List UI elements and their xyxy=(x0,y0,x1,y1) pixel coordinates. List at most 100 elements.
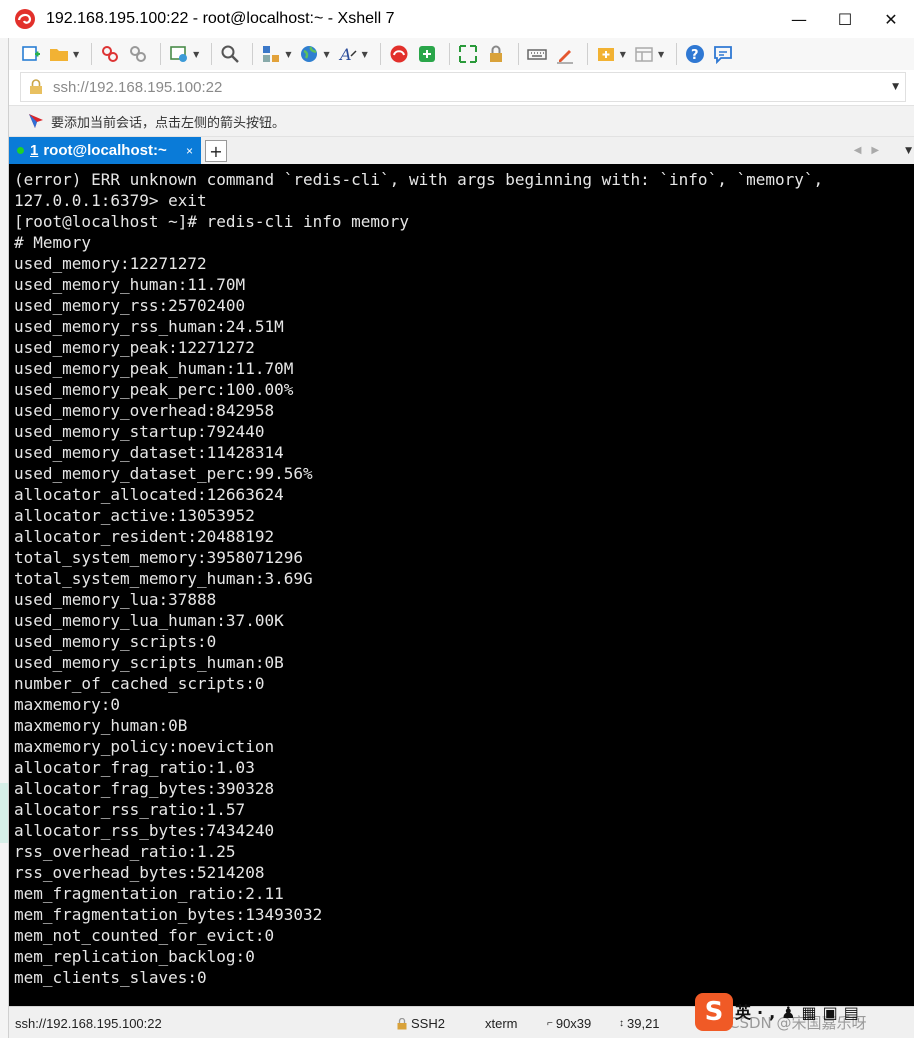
font-dropdown-icon[interactable]: ▼ xyxy=(362,50,368,59)
add-tab-button[interactable]: + xyxy=(205,140,227,162)
xshell-app-icon[interactable] xyxy=(14,8,36,30)
sogou-ime-icon[interactable]: S xyxy=(695,993,733,1031)
ime-tools-icon: ▤ xyxy=(843,1003,865,1022)
status-size: ⌐ 90x39 xyxy=(547,1016,591,1031)
help-icon[interactable]: ? xyxy=(683,42,707,66)
reconnect-icon[interactable] xyxy=(126,42,150,66)
terminal-line: maxmemory:0 xyxy=(14,695,120,714)
status-bar: ssh://192.168.195.100:22 SSH2 xterm ⌐ 90… xyxy=(9,993,914,1038)
connected-status-icon xyxy=(17,147,24,154)
terminal-line: used_memory_rss:25702400 xyxy=(14,296,246,315)
terminal-line: mem_fragmentation_ratio:2.11 xyxy=(14,884,284,903)
address-input[interactable]: ssh://192.168.195.100:22 xyxy=(53,79,892,96)
terminal-line: [root@localhost ~]# redis-cli info memor… xyxy=(14,212,409,231)
tab-number: 1 xyxy=(30,142,39,159)
session-hint-bar: 要添加当前会话，点击左侧的箭头按钮。 xyxy=(9,105,914,137)
terminal-line: allocator_frag_ratio:1.03 xyxy=(14,758,255,777)
address-dropdown-icon[interactable]: ▼ xyxy=(892,82,899,92)
globe-icon[interactable] xyxy=(297,42,321,66)
ime-language-label: 英 xyxy=(735,1003,758,1022)
open-dropdown-icon[interactable]: ▼ xyxy=(73,50,79,59)
status-terminal-type: xterm xyxy=(485,1016,518,1031)
bookmark-arrow-icon[interactable] xyxy=(27,112,45,130)
status-protocol: SSH2 xyxy=(397,1016,445,1031)
tab-scroll-arrows-icon[interactable]: ◀▶ xyxy=(854,145,889,156)
ime-toolbar[interactable]: 英·,♟▦▣▤ xyxy=(735,999,865,1023)
tab-label: root@localhost:~ xyxy=(43,142,167,159)
open-folder-icon[interactable] xyxy=(47,42,71,66)
terminal-line: mem_fragmentation_bytes:13493032 xyxy=(14,905,323,924)
close-button[interactable]: ✕ xyxy=(868,0,914,38)
status-cursor-label: 39,21 xyxy=(627,1016,660,1031)
address-bar[interactable]: ssh://192.168.195.100:22 ▼ xyxy=(20,72,906,102)
terminal-line: used_memory_rss_human:24.51M xyxy=(14,317,284,336)
globe-dropdown-icon[interactable]: ▼ xyxy=(323,50,329,59)
tab-bar: 1 root@localhost:~ × + ◀▶ ▼ xyxy=(9,137,914,164)
terminal-line: allocator_resident:20488192 xyxy=(14,527,275,546)
terminal-line: used_memory_lua_human:37.00K xyxy=(14,611,284,630)
new-session-icon[interactable] xyxy=(19,42,43,66)
font-icon[interactable]: A xyxy=(336,42,360,66)
terminal-line: maxmemory_policy:noeviction xyxy=(14,737,275,756)
highlight-icon[interactable] xyxy=(553,42,577,66)
ime-punctuation-icon: ·, xyxy=(757,1003,782,1022)
terminal-line: allocator_frag_bytes:390328 xyxy=(14,779,275,798)
svg-text:A: A xyxy=(338,45,352,64)
resize-icon: ⌐ xyxy=(547,1018,553,1029)
transfer-dropdown-icon[interactable]: ▼ xyxy=(285,50,291,59)
terminal-line: rss_overhead_ratio:1.25 xyxy=(14,842,236,861)
terminal-line: total_system_memory:3958071296 xyxy=(14,548,303,567)
terminal-line: used_memory_dataset:11428314 xyxy=(14,443,284,462)
terminal-line: used_memory_dataset_perc:99.56% xyxy=(14,464,313,483)
main-toolbar: ▼ ▼ ▼ ▼ A ▼ ▼ ▼ ? xyxy=(9,38,914,70)
tab-close-icon[interactable]: × xyxy=(186,144,193,158)
terminal-line: number_of_cached_scripts:0 xyxy=(14,674,265,693)
lock-icon[interactable] xyxy=(484,42,508,66)
terminal-line: used_memory_startup:792440 xyxy=(14,422,265,441)
terminal-line: # Memory xyxy=(14,233,92,252)
terminal-line: used_memory_lua:37888 xyxy=(14,590,217,609)
svg-text:?: ? xyxy=(691,48,699,63)
terminal-line: used_memory_overhead:842958 xyxy=(14,401,275,420)
status-protocol-label: SSH2 xyxy=(411,1016,445,1031)
add-tab-icon[interactable] xyxy=(594,42,618,66)
add-tab-dropdown-icon[interactable]: ▼ xyxy=(620,50,626,59)
layout-dropdown-icon[interactable]: ▼ xyxy=(658,50,664,59)
status-connection: ssh://192.168.195.100:22 xyxy=(15,1016,162,1031)
fullscreen-icon[interactable] xyxy=(456,42,480,66)
disconnect-icon[interactable] xyxy=(98,42,122,66)
ime-voice-icon: ♟ xyxy=(781,1003,802,1022)
xftp-icon[interactable] xyxy=(415,42,439,66)
properties-dropdown-icon[interactable]: ▼ xyxy=(193,50,199,59)
terminal-line: total_system_memory_human:3.69G xyxy=(14,569,313,588)
find-icon[interactable] xyxy=(218,42,242,66)
transfer-icon[interactable] xyxy=(259,42,283,66)
terminal-line: rss_overhead_bytes:5214208 xyxy=(14,863,265,882)
maximize-button[interactable]: ☐ xyxy=(822,0,868,38)
keyboard-icon[interactable] xyxy=(525,42,549,66)
properties-icon[interactable] xyxy=(167,42,191,66)
tab-session-1[interactable]: 1 root@localhost:~ × xyxy=(9,137,201,164)
ime-keyboard-icon: ▦ xyxy=(801,1003,823,1022)
window-titlebar: 192.168.195.100:22 - root@localhost:~ - … xyxy=(0,0,914,38)
minimize-button[interactable]: — xyxy=(776,0,822,38)
terminal-line: mem_not_counted_for_evict:0 xyxy=(14,926,275,945)
status-cursor: ↕ 39,21 xyxy=(619,1016,660,1031)
window-title: 192.168.195.100:22 - root@localhost:~ - … xyxy=(46,10,395,27)
layout-icon[interactable] xyxy=(632,42,656,66)
terminal-line: 127.0.0.1:6379> exit xyxy=(14,191,207,210)
terminal-line: used_memory_peak:12271272 xyxy=(14,338,255,357)
xshell-icon[interactable] xyxy=(387,42,411,66)
lock-icon xyxy=(397,1017,407,1029)
terminal-line: allocator_allocated:12663624 xyxy=(14,485,284,504)
terminal-line: mem_replication_backlog:0 xyxy=(14,947,255,966)
terminal-line: mem_clients_slaves:0 xyxy=(14,968,207,987)
terminal-line: used_memory_scripts_human:0B xyxy=(14,653,284,672)
status-size-label: 90x39 xyxy=(555,1016,592,1031)
chat-icon[interactable] xyxy=(711,42,735,66)
terminal-line: used_memory:12271272 xyxy=(14,254,207,273)
terminal-output[interactable]: (error) ERR unknown command `redis-cli`,… xyxy=(9,164,914,1006)
tab-menu-icon[interactable]: ▼ xyxy=(905,146,912,156)
session-hint-text: 要添加当前会话，点击左侧的箭头按钮。 xyxy=(51,115,286,131)
background-window-edge xyxy=(0,38,9,1038)
